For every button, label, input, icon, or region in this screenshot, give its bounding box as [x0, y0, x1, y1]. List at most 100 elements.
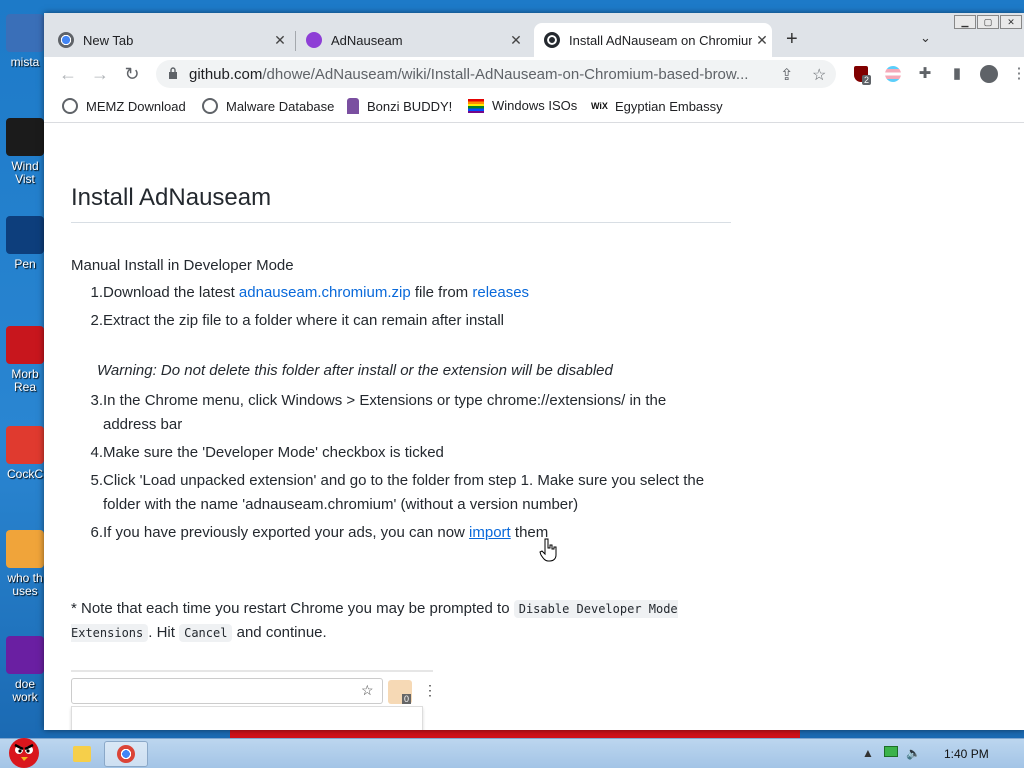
menu-kebab-icon[interactable]: ⋮	[1010, 65, 1024, 83]
desktop-icon-image	[6, 216, 44, 254]
list-item: 3. In the Chrome menu, click Windows > E…	[87, 389, 717, 437]
bookmark-egyptian-embassy[interactable]: WiX Egyptian Embassy	[591, 98, 723, 114]
back-arrow-icon[interactable]: ←	[57, 63, 79, 85]
screenshot-star-icon: ☆	[361, 682, 374, 698]
globe-icon	[202, 98, 218, 114]
power-icon[interactable]	[884, 746, 898, 757]
close-tab-icon[interactable]: ✕	[752, 32, 772, 49]
desktop-icon-label: Morb Rea	[11, 368, 39, 394]
step-text: Click 'Load unpacked extension' and go t…	[103, 472, 705, 513]
taskbar-chrome-button[interactable]	[104, 741, 148, 767]
chrome-icon	[117, 745, 135, 763]
extensions-puzzle-icon[interactable]: ✚	[916, 65, 934, 83]
desktop-icon[interactable]: Pen	[0, 216, 50, 271]
minimize-button[interactable]: ▁	[954, 15, 976, 29]
desktop-icon[interactable]: Wind Vist	[0, 118, 50, 186]
address-bar[interactable]: github.com/dhowe/AdNauseam/wiki/Install-…	[156, 60, 836, 88]
folder-icon	[73, 746, 91, 762]
releases-link[interactable]: releases	[472, 284, 529, 301]
wix-icon: WiX	[591, 101, 608, 111]
desktop-icon-label: mista	[10, 56, 40, 69]
desktop-icon[interactable]: who th uses	[0, 530, 50, 598]
bookmark-label: Bonzi BUDDY!	[367, 98, 453, 114]
tab-title: AdNauseam	[331, 32, 403, 48]
screenshot-adnauseam-icon: 0	[388, 680, 412, 704]
warning-text: Warning: Do not delete this folder after…	[97, 362, 613, 379]
profile-avatar-icon[interactable]	[980, 65, 998, 83]
step-text: file from	[410, 284, 473, 301]
chrome-icon	[58, 32, 74, 48]
desktop-icon[interactable]: doe work	[0, 636, 50, 704]
close-window-button[interactable]: ✕	[1000, 15, 1022, 29]
tab-search-chevron-icon[interactable]: ⌄	[920, 30, 931, 46]
tab-strip: New Tab ✕ AdNauseam ✕ Install AdNauseam …	[44, 13, 1024, 57]
close-tab-icon[interactable]: ✕	[270, 32, 290, 49]
step-number: 1.	[90, 284, 103, 301]
share-icon[interactable]: ⇪	[780, 65, 793, 85]
chrome-window: New Tab ✕ AdNauseam ✕ Install AdNauseam …	[44, 13, 1024, 730]
screenshot-badge: 0	[401, 694, 411, 704]
bookmark-windows-isos[interactable]: Windows ISOs	[468, 98, 577, 113]
tab-new-tab[interactable]: New Tab ✕	[58, 23, 290, 57]
desktop-icon-image	[6, 118, 44, 156]
bookmark-label: Windows ISOs	[492, 98, 578, 113]
start-angry-bird-icon[interactable]	[2, 733, 46, 768]
volume-icon[interactable]: 🔈	[906, 746, 921, 760]
note-text: . Hit	[148, 624, 180, 641]
new-tab-button[interactable]: +	[786, 29, 798, 49]
desktop-icon[interactable]: CockC	[0, 426, 50, 481]
show-hidden-icons-icon[interactable]: ▲	[862, 746, 874, 760]
step-text: Make sure the 'Developer Mode' checkbox …	[103, 444, 444, 461]
screenshot-dropdown	[71, 706, 423, 730]
bookmark-label: MEMZ Download	[86, 98, 186, 114]
url-host: github.com	[189, 66, 263, 83]
bookmark-label: Egyptian Embassy	[615, 98, 723, 114]
desktop-icon[interactable]: Morb Rea	[0, 326, 50, 394]
forward-arrow-icon[interactable]: →	[89, 63, 111, 85]
tab-title: Install AdNauseam on Chromium-based brow…	[569, 32, 752, 48]
side-panel-icon[interactable]: ▮	[948, 65, 966, 83]
tab-adnauseam[interactable]: AdNauseam ✕	[306, 23, 526, 57]
list-item: 6. If you have previously exported your …	[87, 521, 717, 545]
tab-separator	[295, 31, 296, 51]
tab-title: New Tab	[83, 32, 134, 48]
step-text: If you have previously exported your ads…	[103, 524, 470, 541]
desktop-icon-image	[6, 426, 44, 464]
zip-download-link[interactable]: adnauseam.chromium.zip	[239, 284, 411, 301]
desktop-icon-image	[6, 636, 44, 674]
step-text: In the Chrome menu, click Windows > Exte…	[103, 392, 667, 433]
bookmark-bonzi-buddy[interactable]: Bonzi BUDDY!	[347, 98, 452, 114]
trans-flag-extension-icon[interactable]	[884, 65, 902, 83]
bookmark-malware-database[interactable]: Malware Database	[202, 98, 334, 114]
adnauseam-icon	[306, 32, 322, 48]
list-item: 5. Click 'Load unpacked extension' and g…	[87, 469, 717, 517]
tab-install-adnauseam[interactable]: Install AdNauseam on Chromium-based brow…	[534, 23, 772, 57]
desktop-icon-image	[6, 530, 44, 568]
reload-icon[interactable]: ↻	[121, 63, 143, 85]
step-number: 5.	[90, 472, 103, 489]
restore-button[interactable]: ▢	[977, 15, 999, 29]
note-text: * Note that each time you restart Chrome…	[71, 600, 514, 617]
url-text: github.com/dhowe/AdNauseam/wiki/Install-…	[189, 66, 789, 83]
bonzi-icon	[347, 98, 359, 114]
page-viewport[interactable]: Install AdNauseam Manual Install in Deve…	[44, 124, 1024, 730]
step-number: 3.	[90, 392, 103, 409]
import-link[interactable]: import	[469, 524, 511, 541]
desktop-icon[interactable]: mista	[0, 14, 50, 69]
taskbar-explorer-button[interactable]	[60, 741, 104, 767]
ublock-origin-icon[interactable]: 2	[852, 65, 872, 85]
step-text: Download the latest	[103, 284, 239, 301]
desktop-icon-label: who th uses	[7, 572, 43, 598]
desktop-icon-image	[6, 326, 44, 364]
taskbar: ▲ 🔈 1:40 PM	[0, 738, 1024, 768]
desktop-icon-image	[6, 14, 44, 52]
rainbow-flag-icon	[468, 98, 484, 113]
bookmark-memz-download[interactable]: MEMZ Download	[62, 98, 186, 114]
clock[interactable]: 1:40 PM	[944, 747, 989, 761]
bookmark-star-icon[interactable]: ☆	[812, 65, 826, 85]
screenshot-menu-icon: ⋮	[423, 682, 437, 698]
github-icon	[544, 32, 560, 48]
desktop-icon-label: CockC	[6, 468, 43, 481]
note-code-cancel: Cancel	[179, 624, 233, 642]
close-tab-icon[interactable]: ✕	[506, 32, 526, 49]
